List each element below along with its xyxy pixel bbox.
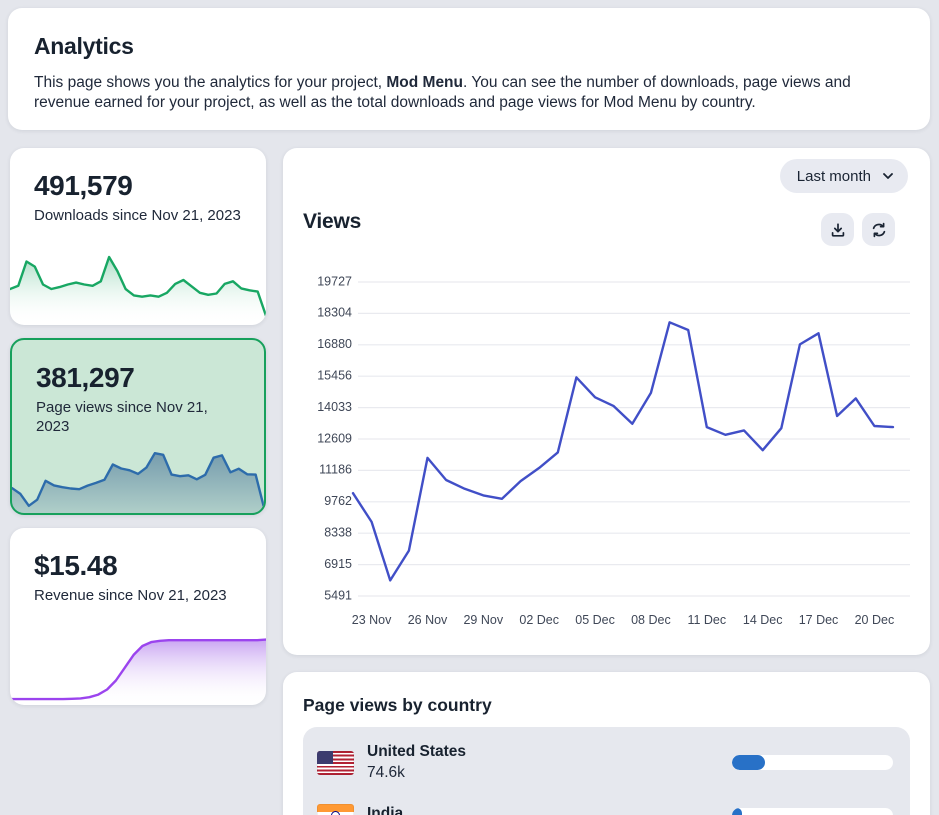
revenue-sparkline — [10, 633, 266, 705]
svg-text:16880: 16880 — [317, 337, 352, 351]
country-bar-fill — [732, 808, 742, 815]
country-value: 74.6k — [367, 764, 466, 782]
page-description: This page shows you the analytics for yo… — [34, 73, 904, 113]
svg-text:26 Nov: 26 Nov — [408, 613, 448, 627]
svg-text:11 Dec: 11 Dec — [687, 613, 726, 627]
downloads-sparkline — [10, 253, 266, 325]
stat-card-downloads[interactable]: 491,579 Downloads since Nov 21, 2023 — [10, 148, 266, 325]
stat-card-page-views[interactable]: 381,297 Page views since Nov 21, 2023 — [10, 338, 266, 515]
country-panel-title: Page views by country — [303, 695, 492, 716]
svg-text:8338: 8338 — [324, 525, 352, 539]
country-name: United States — [367, 743, 466, 761]
country-row-india: India — [303, 789, 910, 815]
description-prefix: This page shows you the analytics for yo… — [34, 74, 386, 91]
range-selector-label: Last month — [797, 168, 871, 185]
india-flag-icon — [317, 804, 354, 815]
country-text: United States 74.6k — [367, 743, 466, 782]
us-flag-icon — [317, 751, 354, 775]
project-name: Mod Menu — [386, 74, 463, 91]
revenue-label: Revenue since Nov 21, 2023 — [10, 582, 266, 606]
downloads-value: 491,579 — [10, 148, 266, 202]
svg-text:20 Dec: 20 Dec — [855, 613, 895, 627]
views-line-chart: 5491 6915 8338 9762 11186 12609 14033 15456 1688… — [283, 256, 930, 641]
svg-text:08 Dec: 08 Dec — [631, 613, 671, 627]
downloads-label: Downloads since Nov 21, 2023 — [10, 202, 266, 226]
refresh-chart-button[interactable] — [862, 213, 895, 246]
svg-text:9762: 9762 — [324, 494, 352, 508]
page-views-sparkline — [12, 441, 264, 513]
analytics-page: Analytics This page shows you the analyt… — [0, 0, 939, 815]
chart-actions — [821, 213, 895, 246]
svg-text:6915: 6915 — [324, 557, 352, 571]
revenue-value: $15.48 — [10, 528, 266, 582]
svg-text:5491: 5491 — [324, 588, 352, 602]
svg-text:02 Dec: 02 Dec — [519, 613, 559, 627]
svg-text:12609: 12609 — [317, 431, 352, 445]
svg-text:19727: 19727 — [317, 274, 352, 288]
page-views-value: 381,297 — [12, 340, 264, 394]
range-selector-button[interactable]: Last month — [780, 159, 908, 193]
stat-card-revenue[interactable]: $15.48 Revenue since Nov 21, 2023 — [10, 528, 266, 705]
country-list: United States 74.6k India — [303, 727, 910, 815]
page-views-label: Page views since Nov 21, 2023 — [12, 394, 264, 437]
country-bar-fill — [732, 755, 765, 770]
page-title: Analytics — [34, 33, 904, 60]
chevron-down-icon — [881, 169, 895, 183]
country-row-united-states: United States 74.6k — [303, 736, 910, 789]
refresh-icon — [870, 221, 888, 239]
country-name: India — [367, 805, 403, 815]
svg-text:18304: 18304 — [317, 306, 352, 320]
page-header-card: Analytics This page shows you the analyt… — [8, 8, 930, 130]
country-bar-track — [732, 808, 893, 815]
svg-text:29 Nov: 29 Nov — [463, 613, 503, 627]
svg-text:14 Dec: 14 Dec — [743, 613, 783, 627]
country-bar-track — [732, 755, 893, 770]
download-icon — [829, 221, 847, 239]
download-chart-button[interactable] — [821, 213, 854, 246]
views-chart-title: Views — [303, 210, 361, 234]
country-panel: Page views by country United States 74.6… — [283, 672, 930, 815]
svg-text:11186: 11186 — [319, 463, 352, 477]
country-text: India — [367, 805, 403, 815]
svg-text:14033: 14033 — [317, 400, 352, 414]
svg-text:23 Nov: 23 Nov — [352, 613, 392, 627]
svg-text:17 Dec: 17 Dec — [799, 613, 839, 627]
svg-text:15456: 15456 — [317, 368, 352, 382]
views-panel: Last month Views 5491 6915 8338 9762 11186 12… — [283, 148, 930, 655]
svg-text:05 Dec: 05 Dec — [575, 613, 615, 627]
